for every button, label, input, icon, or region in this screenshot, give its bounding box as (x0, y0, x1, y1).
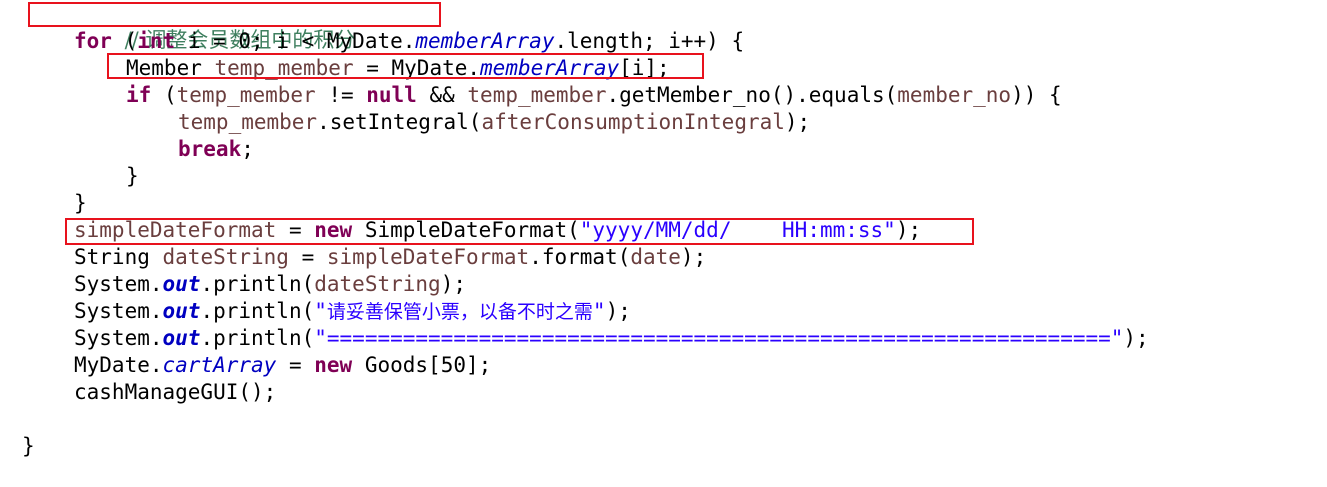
keyword-int: int (137, 29, 176, 53)
field-member-array: memberArray (480, 56, 620, 80)
code-editor[interactable]: // 调整会员数组中的积分 for (int i = 0; i < MyDate… (0, 0, 1327, 487)
code-token: i = 0; i < MyDate. (175, 29, 416, 53)
code-line-if: if (temp_member != null && temp_member.g… (126, 82, 1062, 109)
code-line-cart-array: MyDate.cartArray = new Goods[50]; (74, 352, 491, 379)
method-call: cashManageGUI(); (74, 380, 277, 404)
code-token: = (276, 218, 315, 242)
string-literal-separator: "=======================================… (314, 326, 1124, 350)
code-line-cash-manage-gui: cashManageGUI(); (74, 379, 276, 406)
code-token: ); (895, 218, 922, 242)
variable-date-string: dateString (314, 272, 441, 296)
code-token: ( (111, 29, 138, 53)
variable-temp-member: temp_member (214, 56, 354, 80)
string-quote: " (314, 299, 327, 323)
code-line-close-method: } (22, 433, 35, 460)
variable-temp-member: temp_member (176, 83, 316, 107)
code-token: .format( (529, 245, 631, 269)
keyword-break: break (178, 137, 242, 161)
code-line-for: for (int i = 0; i < MyDate.memberArray.l… (74, 28, 744, 55)
code-token: = (276, 353, 315, 377)
variable-member-no: member_no (897, 83, 1012, 107)
code-token: ); (1123, 326, 1149, 350)
string-literal-date-pattern: "yyyy/MM/dd/ HH:mm:ss" (579, 218, 896, 242)
code-token: .getMember_no().equals( (606, 83, 898, 107)
variable-simple-date-format: simpleDateFormat (326, 245, 530, 269)
code-token: ( (151, 83, 177, 107)
code-line-close-if: } (126, 163, 139, 190)
field-cart-array: cartArray (162, 353, 277, 377)
code-token: ); (605, 299, 631, 323)
variable-temp-member: temp_member (178, 110, 318, 134)
code-token: = (288, 245, 327, 269)
code-token: .println( (200, 299, 315, 323)
variable-temp-member: temp_member (467, 83, 607, 107)
code-token: System. (74, 299, 163, 323)
code-token: ); (680, 245, 707, 269)
keyword-for: for (74, 29, 112, 53)
variable-simple-date-format: simpleDateFormat (74, 218, 277, 242)
code-token: ); (440, 272, 466, 296)
code-line-println-date: System.out.println(dateString); (74, 271, 466, 298)
string-quote: " (592, 299, 606, 323)
static-field-out: out (162, 299, 201, 323)
static-field-out: out (162, 326, 201, 350)
code-line-comment: // 调整会员数组中的积分 (74, 0, 356, 52)
code-token: = MyDate. (353, 56, 481, 80)
closing-brace: } (126, 164, 139, 188)
code-token: ; (241, 137, 254, 161)
code-token: System. (74, 326, 163, 350)
code-token: SimpleDateFormat( (352, 218, 580, 242)
field-member-array: memberArray (415, 29, 555, 53)
code-token: System. (74, 272, 163, 296)
code-token: ); (784, 110, 811, 134)
static-field-out: out (162, 272, 201, 296)
code-token: MyDate. (74, 353, 163, 377)
code-line-println-receipt: System.out.println("请妥善保管小票，以备不时之需"); (74, 298, 631, 325)
variable-after-consumption-integral: afterConsumptionIntegral (481, 110, 785, 134)
code-token: [i]; (619, 56, 670, 80)
code-token: )) { (1011, 83, 1062, 107)
code-line-println-separator: System.out.println("====================… (74, 325, 1149, 352)
code-line-break: break; (178, 136, 254, 163)
variable-date-string: dateString (162, 245, 289, 269)
code-token: .println( (200, 326, 315, 350)
keyword-if: if (126, 83, 152, 107)
string-literal-receipt-message: 请妥善保管小票，以备不时之需 (326, 301, 593, 323)
keyword-null: null (366, 83, 417, 107)
keyword-new: new (314, 218, 353, 242)
code-line-date-string: String dateString = simpleDateFormat.for… (74, 244, 706, 271)
variable-date: date (630, 245, 681, 269)
code-token: && (416, 83, 468, 107)
code-token: Goods[50]; (352, 353, 492, 377)
code-line-sdf-assign: simpleDateFormat = new SimpleDateFormat(… (74, 217, 921, 244)
code-line-close-for: } (74, 190, 87, 217)
type-string: String (74, 245, 150, 269)
code-token: .length; i++) { (554, 29, 745, 53)
closing-brace: } (22, 434, 35, 458)
code-line-set-integral: temp_member.setIntegral(afterConsumption… (178, 109, 810, 136)
closing-brace: } (74, 191, 87, 215)
code-line-member-decl: Member temp_member = MyDate.memberArray[… (126, 55, 670, 82)
code-token: != (315, 83, 367, 107)
code-token: .println( (200, 272, 315, 296)
type-member: Member (126, 56, 202, 80)
code-token: .setIntegral( (317, 110, 482, 134)
keyword-new: new (314, 353, 353, 377)
